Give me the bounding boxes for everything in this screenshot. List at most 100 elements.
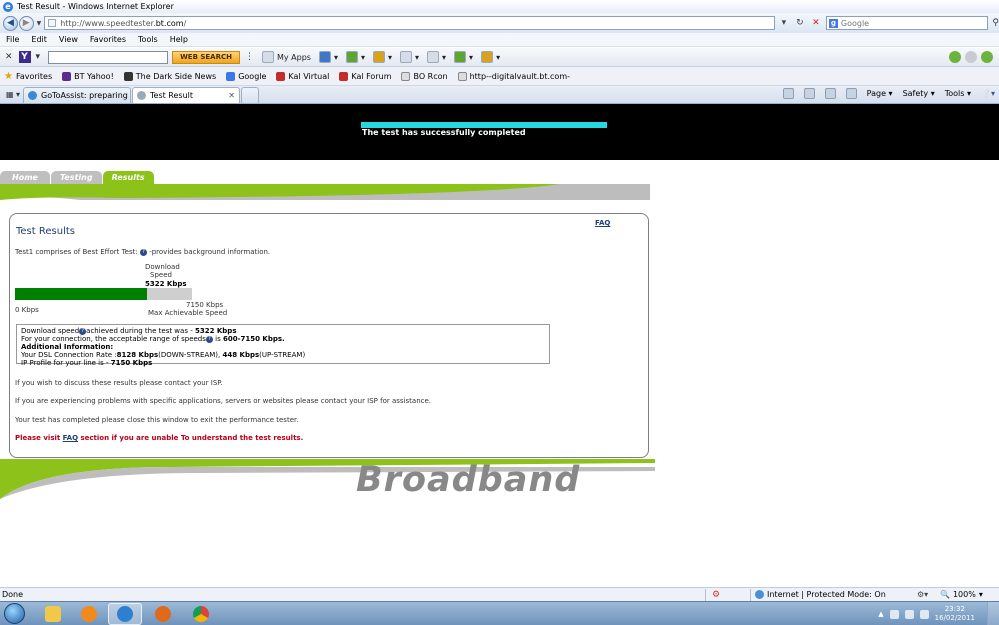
- toolbar-settings-icon[interactable]: [981, 51, 993, 63]
- yahoo-toolbar: ✕ Y ▾ WEB SEARCH ⋮ My Apps ▾ ▾ ▾ ▾ ▾ ▾ ▾: [0, 48, 999, 67]
- zone-label: Internet | Protected Mode: On: [767, 590, 886, 599]
- info-line-range: For your connection, the acceptable rang…: [21, 335, 545, 343]
- toolbar-options-icon[interactable]: [965, 51, 977, 63]
- print-icon[interactable]: [845, 88, 857, 99]
- web-search-button[interactable]: WEB SEARCH: [172, 50, 240, 64]
- favorite-bt-yahoo[interactable]: BT Yahoo!: [62, 71, 114, 81]
- taskbar-firefox[interactable]: [146, 603, 180, 625]
- yahoo-logo-icon[interactable]: Y: [18, 51, 31, 63]
- favorites-bar: ★ Favorites BT Yahoo! The Dark Side News…: [0, 67, 999, 86]
- taskbar-internet-explorer[interactable]: [108, 603, 142, 625]
- yahoo-search-input[interactable]: [48, 50, 169, 64]
- feeds-icon[interactable]: [803, 88, 815, 99]
- menu-file[interactable]: File: [6, 35, 19, 44]
- page-menu[interactable]: Page ▾: [867, 89, 893, 98]
- status-bar: Done ⚙ Internet | Protected Mode: On ⚙▾ …: [0, 587, 999, 601]
- address-input[interactable]: http://www.speedtester. bt.com /: [44, 16, 775, 30]
- favorite-kal-forum[interactable]: Kal Forum: [339, 71, 391, 81]
- zoom-icon: 🔍: [940, 590, 950, 599]
- info-value: 5322 Kbps: [194, 327, 237, 335]
- system-tray: ▲ 23:32 16/02/2011: [878, 605, 975, 623]
- faq-inline-link[interactable]: FAQ: [63, 434, 78, 442]
- read-mail-icon[interactable]: [824, 88, 836, 99]
- refresh-icon[interactable]: ↻: [793, 16, 807, 30]
- add-toolbar-icon[interactable]: [949, 51, 961, 63]
- address-bar-row: ◀ ▶ ▼ http://www.speedtester. bt.com / ▾ ↻…: [0, 13, 999, 33]
- page-favicon-icon: [137, 91, 146, 100]
- help-icon[interactable]: ?: [205, 335, 213, 343]
- favorite-bo-rcon[interactable]: BO Rcon: [401, 71, 448, 81]
- security-zone[interactable]: Internet | Protected Mode: On: [755, 590, 886, 599]
- new-tab-button[interactable]: [241, 87, 259, 103]
- close-tab-icon[interactable]: ✕: [228, 91, 235, 100]
- tab-gotoassist[interactable]: GoToAssist: preparing to c...: [23, 87, 131, 103]
- yahoo-menu-icon[interactable]: ▾: [36, 52, 41, 62]
- tab-label: GoToAssist: preparing to c...: [41, 91, 130, 100]
- news-button[interactable]: ▾: [373, 51, 392, 63]
- tab-test-result[interactable]: Test Result ✕: [132, 87, 240, 103]
- shield-button[interactable]: ▾: [481, 51, 500, 63]
- tab-label: Test Result: [150, 91, 194, 100]
- faq-link[interactable]: FAQ: [595, 219, 610, 227]
- forward-button[interactable]: ▶: [18, 15, 34, 31]
- menu-help[interactable]: Help: [170, 35, 188, 44]
- close-toolbar-icon[interactable]: ✕: [5, 52, 13, 62]
- menu-bar: File Edit View Favorites Tools Help: [0, 33, 999, 47]
- info-line-download: Download speed? achieved during the test …: [21, 327, 545, 335]
- taskbar-chrome[interactable]: [184, 603, 218, 625]
- start-button[interactable]: [4, 603, 25, 624]
- address-dropdown-icon[interactable]: ▾: [777, 16, 791, 30]
- menu-tools[interactable]: Tools: [138, 35, 158, 44]
- security-button[interactable]: ▾: [427, 51, 446, 63]
- nav-home[interactable]: Home: [0, 171, 50, 184]
- favorite-kal-virtual[interactable]: Kal Virtual: [276, 71, 329, 81]
- favorite-google[interactable]: Google: [226, 71, 266, 81]
- show-desktop-button[interactable]: [987, 602, 999, 625]
- volume-icon[interactable]: [919, 609, 929, 619]
- tools-menu[interactable]: Tools ▾: [945, 89, 971, 98]
- back-button[interactable]: ◀: [3, 15, 18, 31]
- download-label-line: Download: [145, 263, 180, 271]
- nav-testing[interactable]: Testing: [50, 171, 102, 184]
- search-input[interactable]: g Google: [825, 16, 989, 30]
- taskbar-explorer[interactable]: [36, 603, 70, 625]
- answers-button[interactable]: ▾: [454, 51, 473, 63]
- status-tools-icon[interactable]: ⚙▾: [917, 590, 928, 599]
- intro-text: Test1 comprises of Best Effort Test:: [15, 248, 138, 256]
- games-button[interactable]: ▾: [345, 51, 365, 63]
- favorite-digitalvault[interactable]: http--digitalvault.bt.com-: [457, 71, 570, 81]
- mail-icon: [318, 51, 331, 63]
- menu-favorites[interactable]: Favorites: [90, 35, 126, 44]
- favorites-button[interactable]: ★ Favorites: [4, 71, 52, 82]
- menu-view[interactable]: View: [59, 35, 78, 44]
- home-icon[interactable]: [782, 88, 794, 99]
- tray-expand-icon[interactable]: ▲: [878, 610, 883, 618]
- my-apps-button[interactable]: My Apps: [261, 51, 311, 63]
- mail-button[interactable]: ▾: [318, 51, 338, 63]
- history-dropdown-icon[interactable]: ▼: [37, 20, 42, 27]
- security-icon: [427, 51, 440, 63]
- stop-icon[interactable]: ✕: [809, 16, 823, 30]
- banner-message: The test has successfully completed: [362, 128, 526, 137]
- nav-results[interactable]: Results: [102, 171, 154, 184]
- help-icon[interactable]: ❔▾: [981, 89, 995, 98]
- network-icon[interactable]: [904, 609, 914, 619]
- search-icon[interactable]: ⚲: [992, 18, 999, 28]
- favorite-dark-side-news[interactable]: The Dark Side News: [123, 71, 216, 81]
- quick-tabs-icon[interactable]: ▦ ▾: [3, 87, 23, 101]
- zoom-level: 100%: [952, 590, 976, 599]
- tab-bar: ▦ ▾ GoToAssist: preparing to c... Test R…: [0, 86, 999, 104]
- info-value: 8128 Kbps: [116, 351, 159, 359]
- zoom-control[interactable]: 🔍 100% ▾: [940, 590, 983, 599]
- internet-globe-icon: [755, 590, 764, 599]
- help-icon[interactable]: ?: [139, 248, 147, 256]
- menu-edit[interactable]: Edit: [31, 35, 47, 44]
- windows-taskbar: ▲ 23:32 16/02/2011: [0, 601, 999, 625]
- taskbar-media-player[interactable]: [72, 603, 106, 625]
- safety-menu[interactable]: Safety ▾: [903, 89, 935, 98]
- action-center-icon[interactable]: [889, 609, 899, 619]
- ie-logo-icon: e: [3, 1, 13, 12]
- messenger-button[interactable]: ▾: [400, 51, 419, 63]
- protected-mode-icon[interactable]: ⚙: [712, 590, 720, 600]
- clock[interactable]: 23:32 16/02/2011: [935, 605, 975, 623]
